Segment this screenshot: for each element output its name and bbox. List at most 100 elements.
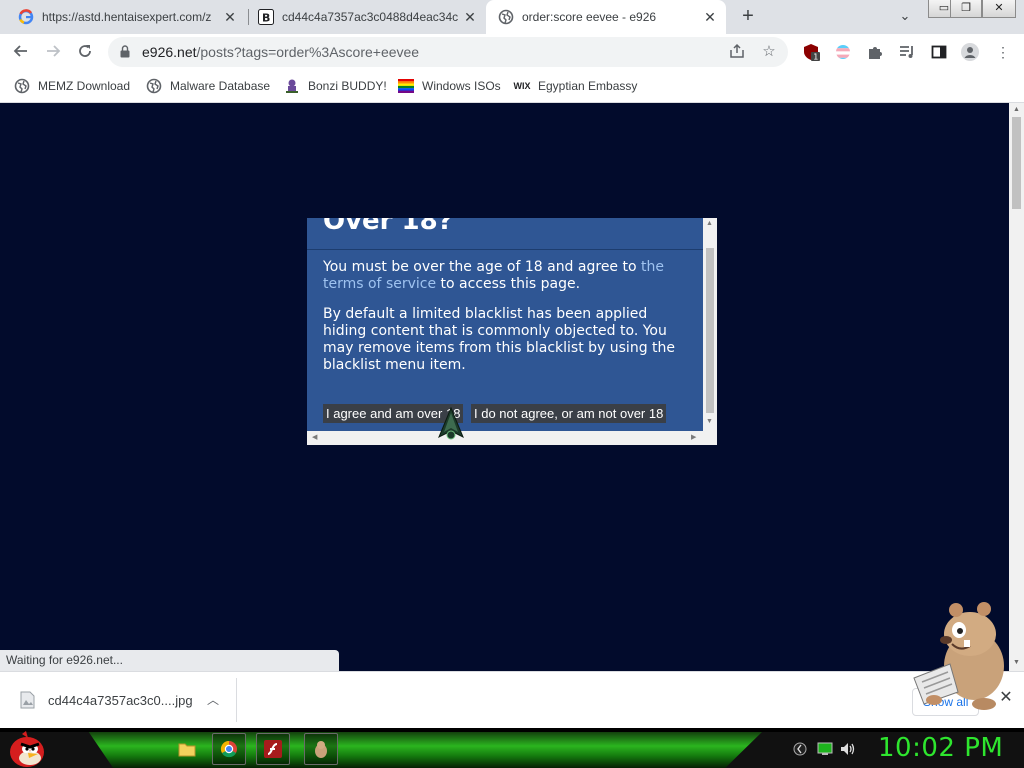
kebab-menu-icon[interactable]: ⋮	[994, 43, 1012, 61]
taskbar-clock[interactable]: 10:02 PM	[878, 733, 1003, 763]
hamster-icon	[315, 741, 327, 758]
url-path: /posts?tags=order%3Ascore+eevee	[196, 44, 420, 60]
taskbar-hamster-app[interactable]	[304, 733, 338, 765]
lock-icon	[120, 45, 130, 58]
divider	[236, 678, 237, 722]
rainbow-flag-icon	[398, 78, 414, 94]
taskbar-chrome[interactable]	[212, 733, 246, 765]
tab-search-button[interactable]: ⌄	[896, 8, 914, 26]
trans-flag-extension-icon[interactable]	[834, 43, 852, 61]
bookmark-memz[interactable]: MEMZ Download	[14, 77, 130, 95]
address-bar[interactable]: e926.net/posts?tags=order%3Ascore+eevee …	[108, 37, 788, 67]
angry-bird-start-icon[interactable]	[6, 728, 48, 768]
restore-button[interactable]: ❐	[950, 0, 982, 18]
bookmark-label: Malware Database	[170, 79, 271, 93]
status-bar: Waiting for e926.net...	[0, 650, 339, 671]
globe-icon	[146, 78, 162, 94]
page-scroll-thumb[interactable]	[1012, 117, 1021, 209]
globe-icon	[498, 9, 514, 25]
folder-icon	[178, 743, 196, 757]
bookmarks-bar: MEMZ Download Malware Database Bonzi BUD…	[0, 71, 1024, 103]
browser-toolbar: e926.net/posts?tags=order%3Ascore+eevee …	[0, 34, 1024, 71]
blacklist-info-text: By default a limited blacklist has been …	[323, 306, 676, 373]
dialog-content: Over 18? You must be over the age of 18 …	[307, 218, 703, 431]
scroll-down-icon[interactable]: ▼	[706, 418, 713, 425]
bonzi-icon	[284, 78, 300, 94]
media-control-icon[interactable]	[898, 43, 916, 61]
close-icon[interactable]: ✕	[462, 9, 478, 25]
b-icon: B	[258, 9, 274, 25]
page-viewport: Over 18? You must be over the age of 18 …	[0, 103, 1009, 671]
close-icon[interactable]: ✕	[222, 9, 238, 25]
close-icon[interactable]: ✕	[702, 9, 718, 25]
bookmark-label: MEMZ Download	[38, 79, 131, 93]
dialog-horizontal-scrollbar[interactable]: ◀ ▶	[307, 431, 703, 445]
taskbar: 10:02 PM	[0, 728, 1024, 768]
url-text[interactable]: e926.net/posts?tags=order%3Ascore+eevee	[142, 44, 419, 60]
taskbar-flash[interactable]	[256, 733, 290, 765]
reload-button[interactable]	[72, 40, 98, 66]
forward-arrow-icon	[47, 45, 61, 57]
scroll-right-icon[interactable]: ▶	[691, 433, 696, 441]
bookmark-egyptian-embassy[interactable]: WIX Egyptian Embassy	[513, 77, 638, 95]
ublock-icon[interactable]: 1	[802, 43, 820, 61]
window-close-button[interactable]: ✕	[982, 0, 1016, 18]
bookmark-label: Bonzi BUDDY!	[308, 79, 387, 93]
disagree-button[interactable]: I do not agree, or am not over 18	[471, 404, 667, 423]
page-vertical-scrollbar[interactable]: ▲ ▼	[1009, 103, 1024, 671]
tab-3-active[interactable]: order:score eevee - e926 ✕	[486, 0, 726, 34]
reload-icon	[79, 45, 91, 57]
tab-title: order:score eevee - e926	[522, 10, 657, 24]
flash-icon	[264, 740, 282, 758]
new-tab-button[interactable]: +	[738, 6, 758, 26]
puzzle-extensions-icon[interactable]	[866, 43, 884, 61]
svg-text:B: B	[262, 12, 270, 25]
url-host: e926.net	[142, 44, 197, 60]
age-gate-dialog: Over 18? You must be over the age of 18 …	[307, 218, 717, 445]
bookmark-bonzi-buddy[interactable]: Bonzi BUDDY!	[284, 77, 387, 95]
dialog-divider	[307, 249, 703, 250]
network-tray-icon[interactable]	[817, 741, 833, 757]
wix-icon: WIX	[513, 81, 531, 91]
back-arrow-icon	[13, 45, 27, 57]
share-icon[interactable]	[728, 43, 746, 61]
bookmark-star-icon[interactable]: ☆	[760, 43, 778, 61]
scroll-up-icon[interactable]: ▲	[1012, 105, 1021, 115]
taskbar-explorer[interactable]	[170, 733, 204, 765]
download-shelf: cd44c4a7357ac3c0....jpg ︿ Show all ✕	[0, 671, 1024, 729]
scroll-left-icon[interactable]: ◀	[312, 433, 317, 441]
google-icon	[18, 9, 34, 25]
tab-1[interactable]: https://astd.hentaisexpert.com/z ✕	[6, 0, 246, 34]
forward-button[interactable]	[40, 40, 66, 66]
back-button[interactable]	[8, 40, 34, 66]
dialog-vertical-scrollbar[interactable]: ▲ ▼	[703, 218, 717, 431]
volume-tray-icon[interactable]	[840, 741, 856, 757]
bookmark-label: Egyptian Embassy	[538, 79, 638, 93]
chevron-up-icon[interactable]: ︿	[205, 691, 221, 707]
download-filename: cd44c4a7357ac3c0....jpg	[48, 692, 193, 708]
cursor-icon	[438, 407, 464, 440]
chrome-icon	[220, 740, 237, 758]
tab-2[interactable]: B cd44c4a7357ac3c0488d4eac34c ✕	[250, 0, 486, 34]
tab-strip: https://astd.hentaisexpert.com/z ✕ B cd4…	[0, 0, 1024, 34]
dialog-scroll-thumb[interactable]	[706, 248, 714, 413]
bookmark-windows-isos[interactable]: Windows ISOs	[398, 77, 501, 95]
svg-text:1: 1	[813, 53, 818, 62]
download-item[interactable]: cd44c4a7357ac3c0....jpg	[18, 686, 193, 714]
taskbar-top-edge	[0, 728, 1024, 732]
image-file-icon	[18, 690, 38, 710]
age-requirement-text: You must be over the age of 18 and agree…	[323, 259, 693, 293]
side-panel-icon[interactable]	[930, 43, 948, 61]
scroll-up-icon[interactable]: ▲	[706, 220, 713, 227]
profile-avatar-icon[interactable]	[961, 43, 979, 61]
age-text-start: You must be over the age of 18 and agree…	[323, 259, 641, 275]
bookmark-label: Windows ISOs	[422, 79, 501, 93]
tab-divider	[248, 9, 249, 25]
globe-icon	[14, 78, 30, 94]
hamster-mascot-icon	[913, 602, 1004, 710]
dialog-title: Over 18?	[323, 218, 453, 236]
dark-mode-tray-icon[interactable]	[792, 741, 808, 757]
bookmark-malware-database[interactable]: Malware Database	[146, 77, 270, 95]
tab-title: cd44c4a7357ac3c0488d4eac34c	[282, 10, 458, 24]
age-text-end: to access this page.	[436, 276, 581, 292]
